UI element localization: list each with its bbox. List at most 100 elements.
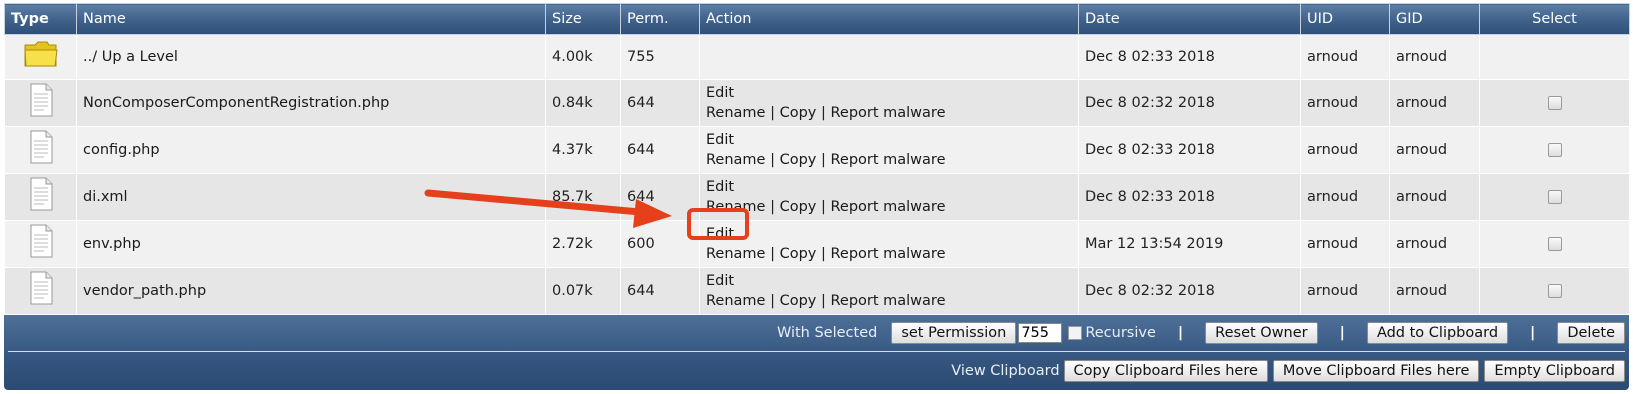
- rename-link[interactable]: Rename: [706, 152, 765, 168]
- file-size: 4.37k: [545, 126, 621, 174]
- action-separator: |: [770, 246, 775, 262]
- view-clipboard-link[interactable]: View Clipboard: [951, 363, 1059, 379]
- edit-link[interactable]: Edit: [706, 85, 734, 101]
- file-actions: Edit Rename | Copy | Report malware: [699, 220, 1079, 268]
- file-gid: arnoud: [1389, 220, 1480, 268]
- select-cell: [1479, 79, 1630, 127]
- folder-icon[interactable]: [23, 39, 59, 75]
- file-name-link[interactable]: ../ Up a Level: [83, 49, 178, 65]
- add-to-clipboard-button[interactable]: Add to Clipboard: [1366, 322, 1509, 344]
- select-checkbox[interactable]: [1547, 190, 1562, 204]
- file-gid: arnoud: [1389, 79, 1480, 127]
- report-malware-link[interactable]: Report malware: [830, 152, 945, 168]
- action-separator: |: [820, 199, 826, 215]
- file-icon: [28, 271, 54, 311]
- reset-owner-button[interactable]: Reset Owner: [1205, 322, 1318, 344]
- file-perm[interactable]: 644: [620, 267, 700, 315]
- file-uid: arnoud: [1300, 220, 1390, 268]
- copy-link[interactable]: Copy: [780, 293, 817, 309]
- header-name[interactable]: Name: [76, 3, 546, 35]
- edit-link[interactable]: Edit: [706, 132, 734, 148]
- file-table: Type Name Size Perm. Action Date UID GID…: [4, 3, 1630, 315]
- permission-input[interactable]: [1018, 323, 1063, 343]
- header-size[interactable]: Size: [545, 3, 621, 35]
- file-actions: [699, 34, 1079, 80]
- header-type[interactable]: Type: [4, 3, 77, 35]
- set-permission-button[interactable]: set Permission: [891, 322, 1017, 344]
- file-uid: arnoud: [1300, 173, 1390, 221]
- header-gid[interactable]: GID: [1389, 3, 1480, 35]
- annotation-highlight-box: [687, 208, 749, 240]
- bar-separator: |: [1177, 325, 1184, 341]
- file-name-link[interactable]: vendor_path.php: [83, 283, 206, 299]
- file-perm[interactable]: 644: [620, 126, 700, 174]
- file-actions: Edit Rename | Copy | Report malware: [699, 173, 1079, 221]
- table-row: config.php 4.37k 644 Edit Rename | Copy …: [4, 126, 1630, 174]
- type-cell: [4, 220, 77, 268]
- file-name[interactable]: NonComposerComponentRegistration.php: [76, 79, 546, 127]
- rename-link[interactable]: Rename: [706, 105, 765, 121]
- type-cell: [4, 267, 77, 315]
- delete-button[interactable]: Delete: [1557, 322, 1625, 344]
- file-date: Dec 8 02:33 2018: [1078, 173, 1301, 221]
- bar-divider: [8, 351, 1625, 352]
- recursive-checkbox[interactable]: [1068, 326, 1083, 340]
- file-date: Dec 8 02:33 2018: [1078, 126, 1301, 174]
- select-checkbox[interactable]: [1547, 143, 1562, 157]
- empty-clipboard-button[interactable]: Empty Clipboard: [1484, 360, 1625, 382]
- action-separator: |: [820, 105, 826, 121]
- header-uid[interactable]: UID: [1300, 3, 1390, 35]
- action-separator: |: [820, 246, 826, 262]
- rename-link[interactable]: Rename: [706, 246, 765, 262]
- copy-link[interactable]: Copy: [780, 246, 817, 262]
- file-gid: arnoud: [1389, 173, 1480, 221]
- file-uid: arnoud: [1300, 126, 1390, 174]
- file-gid: arnoud: [1389, 267, 1480, 315]
- table-row: NonComposerComponentRegistration.php 0.8…: [4, 79, 1630, 127]
- action-separator: |: [820, 293, 826, 309]
- file-size: 4.00k: [545, 34, 621, 80]
- rename-link[interactable]: Rename: [706, 293, 765, 309]
- file-size: 0.84k: [545, 79, 621, 127]
- report-malware-link[interactable]: Report malware: [830, 105, 945, 121]
- edit-link[interactable]: Edit: [706, 273, 734, 289]
- file-date: Dec 8 02:32 2018: [1078, 79, 1301, 127]
- copy-link[interactable]: Copy: [780, 199, 817, 215]
- file-name[interactable]: ../ Up a Level: [76, 34, 546, 80]
- header-date[interactable]: Date: [1078, 3, 1301, 35]
- copy-link[interactable]: Copy: [780, 152, 817, 168]
- with-selected-row: With Selected set Permission Recursive |…: [771, 321, 1625, 345]
- table-row: ../ Up a Level 4.00k 755 Dec 8 02:33 201…: [4, 34, 1630, 80]
- file-icon: [28, 83, 54, 123]
- file-perm[interactable]: 755: [620, 34, 700, 80]
- header-select[interactable]: Select: [1479, 3, 1630, 35]
- file-name[interactable]: config.php: [76, 126, 546, 174]
- clipboard-row: View Clipboard Copy Clipboard Files here…: [945, 359, 1625, 383]
- bulk-action-bar: With Selected set Permission Recursive |…: [4, 315, 1629, 390]
- table-header-row: Type Name Size Perm. Action Date UID GID…: [4, 3, 1630, 35]
- report-malware-link[interactable]: Report malware: [830, 246, 945, 262]
- file-name[interactable]: env.php: [76, 220, 546, 268]
- file-name[interactable]: di.xml: [76, 173, 546, 221]
- file-name-link[interactable]: env.php: [83, 236, 141, 252]
- file-name[interactable]: vendor_path.php: [76, 267, 546, 315]
- move-clipboard-button[interactable]: Move Clipboard Files here: [1272, 360, 1480, 382]
- action-separator: |: [770, 293, 775, 309]
- copy-link[interactable]: Copy: [780, 105, 817, 121]
- edit-link[interactable]: Edit: [706, 179, 734, 195]
- file-size: 85.7k: [545, 173, 621, 221]
- copy-clipboard-button[interactable]: Copy Clipboard Files here: [1063, 360, 1268, 382]
- file-name-link[interactable]: NonComposerComponentRegistration.php: [83, 95, 389, 111]
- select-checkbox[interactable]: [1547, 237, 1562, 251]
- file-name-link[interactable]: di.xml: [83, 189, 128, 205]
- report-malware-link[interactable]: Report malware: [830, 293, 945, 309]
- table-row: env.php 2.72k 600 Edit Rename | Copy | R…: [4, 220, 1630, 268]
- select-checkbox[interactable]: [1547, 284, 1562, 298]
- select-checkbox[interactable]: [1547, 96, 1562, 110]
- report-malware-link[interactable]: Report malware: [830, 199, 945, 215]
- file-actions: Edit Rename | Copy | Report malware: [699, 126, 1079, 174]
- header-perm[interactable]: Perm.: [620, 3, 700, 35]
- bar-separator: |: [1339, 325, 1345, 341]
- file-name-link[interactable]: config.php: [83, 142, 160, 158]
- file-perm[interactable]: 644: [620, 79, 700, 127]
